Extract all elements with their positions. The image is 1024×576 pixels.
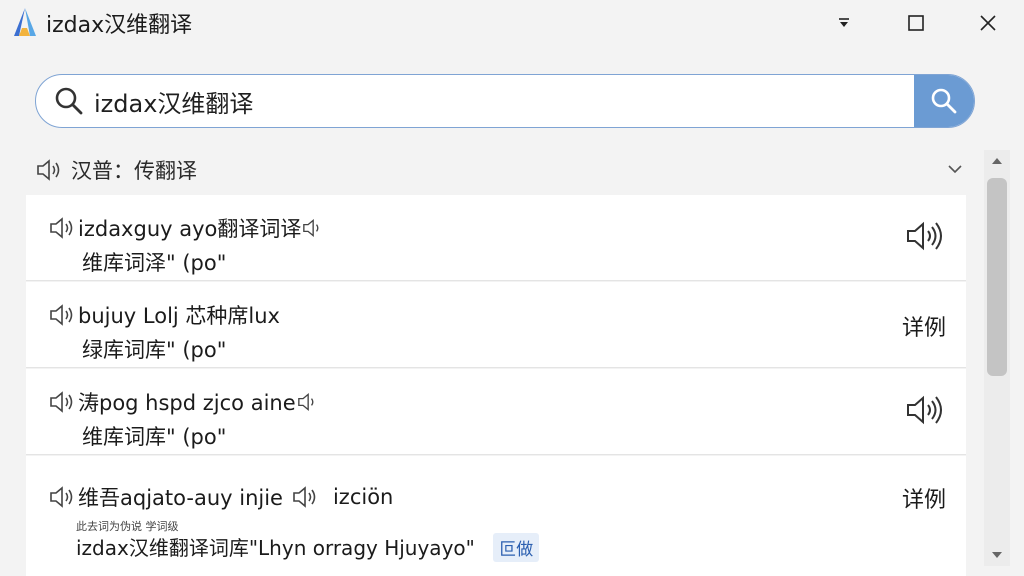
result-source: 维库词泽" (po": [82, 251, 227, 275]
scroll-thumb[interactable]: [987, 178, 1007, 376]
result-headword: 维吾aqjato-auy injie: [78, 486, 283, 510]
maximize-icon: [908, 15, 924, 31]
speaker-icon[interactable]: [301, 217, 327, 239]
result-headword-line: bujuy Lolj 芯种席lux: [48, 300, 280, 330]
close-button[interactable]: [952, 0, 1024, 46]
search-input[interactable]: [94, 75, 914, 127]
window-controls: [808, 0, 1024, 46]
result-source: 维库词库" (po": [82, 425, 227, 449]
result-source: 绿库词库" (po": [82, 338, 227, 362]
result-list: izdaxguy ayo翻译词译 维库词泽" (po" bujuy Lolj 芯…: [26, 195, 966, 576]
speaker-icon[interactable]: [904, 393, 946, 427]
list-item[interactable]: izdaxguy ayo翻译词译 维库词泽" (po": [26, 195, 966, 281]
triangle-down-icon: [992, 552, 1002, 558]
search-button[interactable]: [914, 75, 974, 127]
speaker-icon: [37, 159, 60, 181]
result-headword-line: 维吾aqjato-auy injie izciön: [48, 482, 393, 512]
chevron-down-icon[interactable]: [946, 160, 964, 178]
speaker-icon[interactable]: [296, 391, 322, 413]
result-headword-alt: izciön: [332, 485, 394, 509]
speaker-icon[interactable]: [48, 484, 78, 510]
list-item[interactable]: bujuy Lolj 芯种席lux 绿库词库" (po" 详例: [26, 282, 966, 368]
result-headword-line: izdaxguy ayo翻译词译: [48, 213, 327, 243]
speaker-icon[interactable]: [291, 484, 321, 510]
section-header[interactable]: 汉普：传翻译: [35, 150, 970, 190]
result-headword-line: 涛pog hspd zjco aine: [48, 387, 322, 417]
result-headword: 涛pog hspd zjco aine: [78, 391, 296, 415]
app-logo-icon: [14, 8, 36, 36]
speaker-icon[interactable]: [904, 219, 946, 253]
speaker-icon[interactable]: [48, 302, 78, 328]
triangle-up-icon: [992, 158, 1002, 164]
search-bar: [35, 74, 975, 128]
scroll-down-button[interactable]: [984, 544, 1010, 566]
search-icon: [55, 87, 83, 115]
maximize-button[interactable]: [880, 0, 952, 46]
result-headword: izdaxguy ayo翻译词译: [78, 217, 302, 241]
result-source: izdax汉维翻译词库"Lhyn orragy Hjuyayo": [76, 536, 475, 560]
title-bar: izdax汉维翻译: [0, 0, 1024, 46]
list-item[interactable]: 涛pog hspd zjco aine 维库词库" (po": [26, 369, 966, 455]
speaker-icon[interactable]: [48, 389, 78, 415]
list-item[interactable]: 维吾aqjato-auy injie izciön 此去词为伪说 学词级 izd…: [26, 456, 966, 576]
search-icon: [931, 88, 957, 114]
example-link[interactable]: 详例: [902, 482, 946, 514]
window-title: izdax汉维翻译: [46, 13, 193, 38]
result-tag-link[interactable]: 叵做: [493, 533, 540, 562]
speaker-icon[interactable]: [48, 215, 78, 241]
result-source-line: izdax汉维翻译词库"Lhyn orragy Hjuyayo" 叵做: [76, 532, 540, 562]
close-icon: [980, 15, 996, 31]
pin-button[interactable]: [808, 0, 880, 46]
result-headword: bujuy Lolj 芯种席lux: [78, 304, 280, 328]
scroll-up-button[interactable]: [984, 150, 1010, 172]
scrollbar[interactable]: [984, 150, 1010, 566]
section-title: 汉普：传翻译: [71, 159, 197, 183]
example-link[interactable]: 详例: [902, 310, 946, 342]
pin-icon: [839, 18, 849, 27]
